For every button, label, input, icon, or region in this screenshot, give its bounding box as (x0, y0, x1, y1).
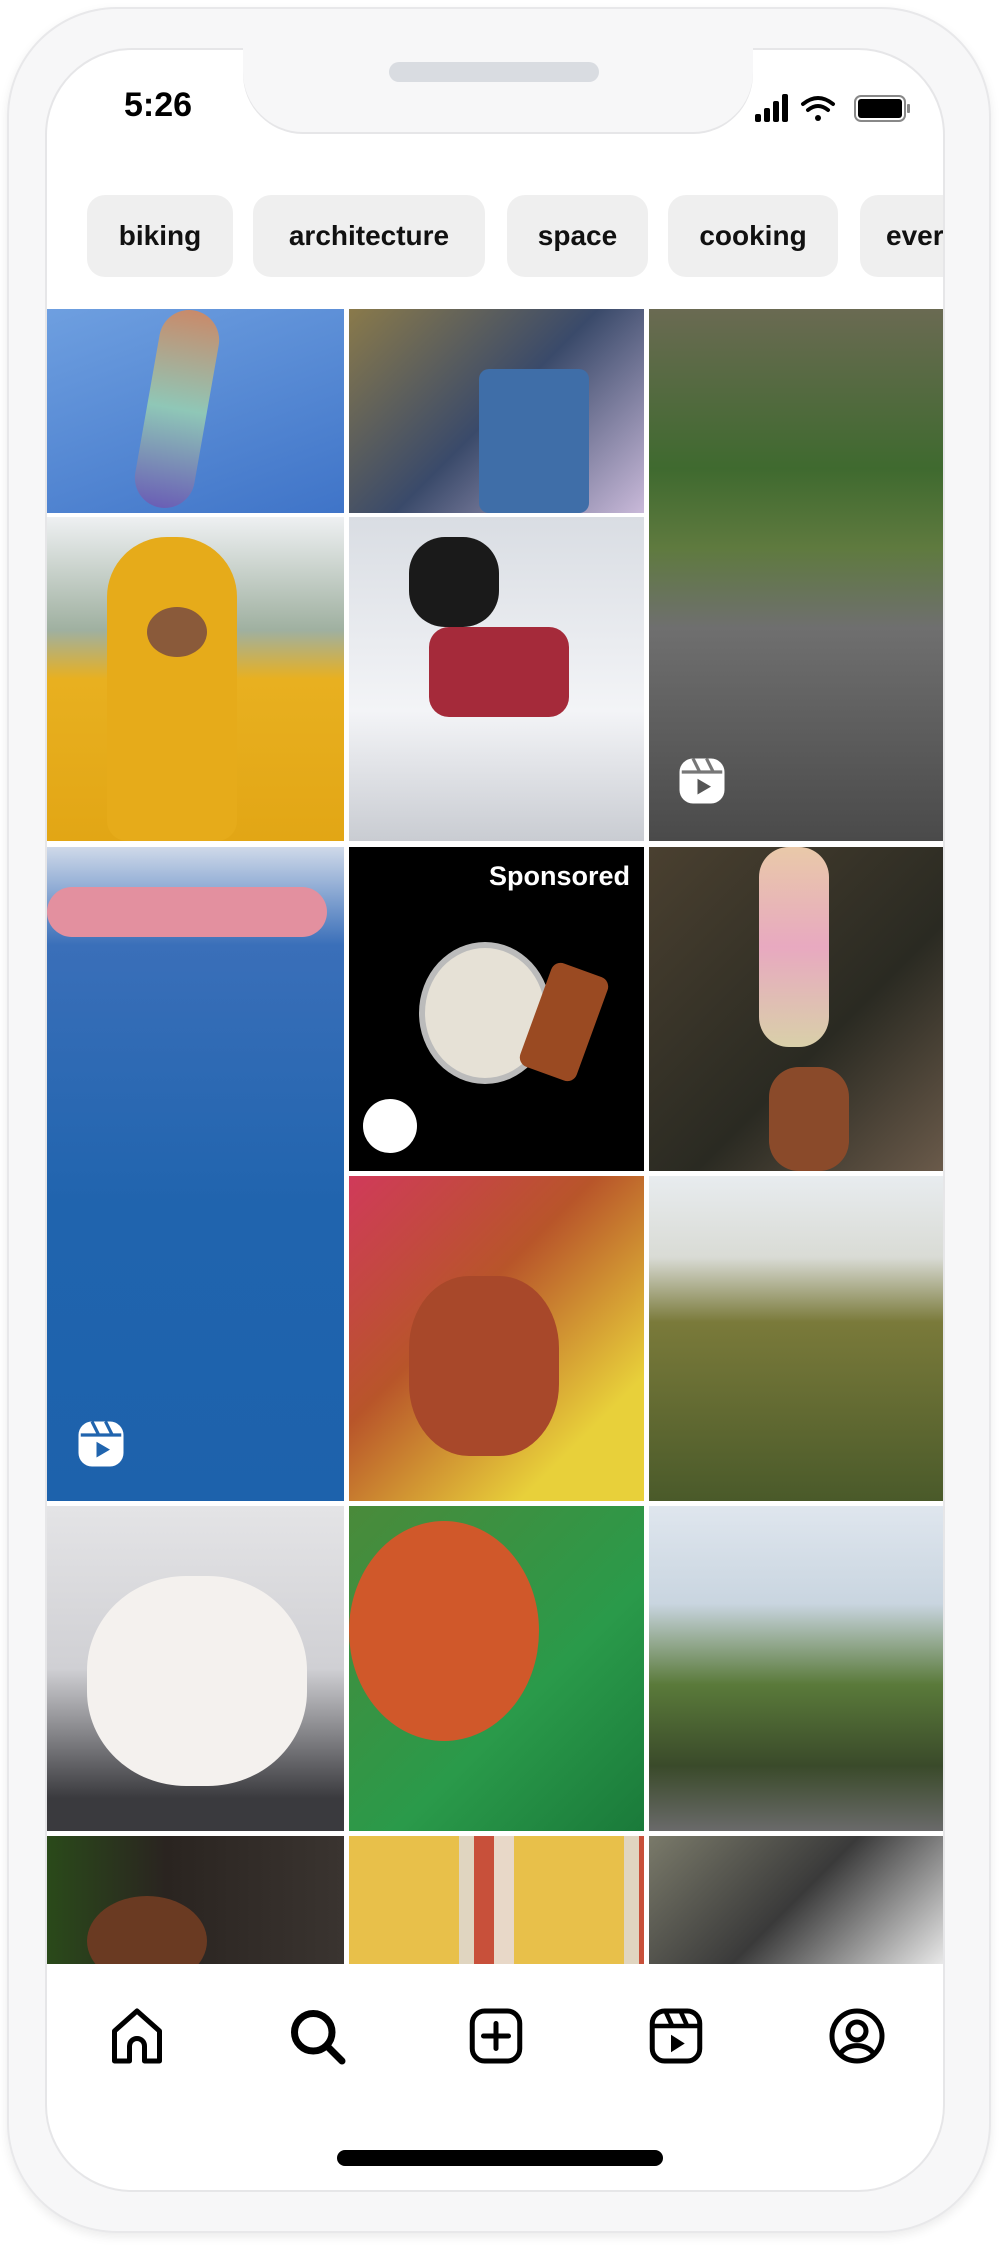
brand-logo[interactable] (363, 1099, 417, 1153)
tile-sunflower-field[interactable] (649, 1176, 943, 1501)
status-time: 5:26 (124, 86, 193, 124)
tile-watch-ad[interactable]: Sponsored (349, 847, 644, 1171)
chip-architecture[interactable]: architecture (253, 195, 485, 277)
sponsored-label: Sponsored (488, 861, 630, 891)
reels-icon[interactable] (646, 2006, 706, 2066)
tile-dog-in-snow[interactable] (349, 517, 644, 841)
tile-raised-hand-sky[interactable] (47, 309, 344, 513)
tile-underwater-flamingo[interactable] (47, 847, 344, 1501)
tile-garden-patio-furniture[interactable] (649, 1836, 943, 1964)
home-indicator[interactable] (337, 2150, 663, 2166)
tile-white-puppy[interactable] (47, 1506, 344, 1831)
chip-space[interactable]: space (507, 195, 648, 277)
notch (243, 40, 753, 132)
tile-yellow-raincoat-person[interactable] (47, 517, 344, 841)
status-icons (755, 94, 910, 122)
home-icon[interactable] (107, 2006, 167, 2066)
chip-cooking[interactable]: cooking (668, 195, 838, 277)
search-icon[interactable] (287, 2006, 347, 2066)
reels-icon (78, 1420, 124, 1467)
reels-icon (679, 757, 725, 804)
profile-icon[interactable] (827, 2006, 887, 2066)
tile-ice-cream-cone[interactable] (649, 847, 943, 1171)
plus-square-icon[interactable] (466, 2006, 526, 2066)
tile-forest-road[interactable] (649, 309, 943, 841)
tile-striped-awning[interactable] (349, 1836, 644, 1964)
tile-peace-sign-friends[interactable] (349, 1176, 644, 1501)
signal-icon (755, 94, 788, 122)
chip-ever[interactable]: ever (860, 195, 943, 277)
battery-icon (854, 95, 910, 122)
chip-biking[interactable]: biking (87, 195, 233, 277)
tile-friends-lying-grass[interactable] (349, 309, 644, 513)
tile-basketball-hands[interactable] (349, 1506, 644, 1831)
tile-garden-patio[interactable] (649, 1506, 943, 1831)
tile-person-curly-hair[interactable] (47, 1836, 344, 1964)
speaker (389, 62, 599, 82)
wifi-icon (801, 96, 835, 121)
